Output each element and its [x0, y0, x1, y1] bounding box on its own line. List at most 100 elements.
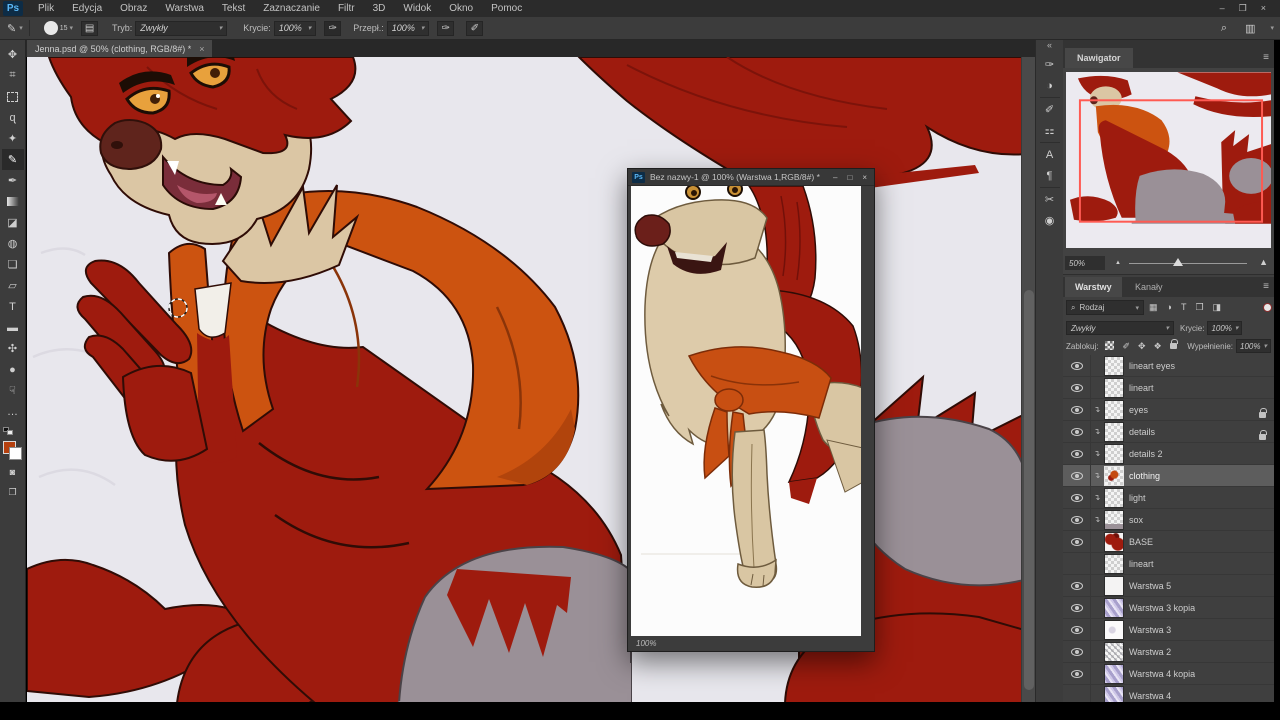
layer-row-details[interactable]: ↴ details — [1063, 421, 1274, 443]
layer-row-clothing[interactable]: ↴ clothing — [1063, 465, 1274, 487]
eyedropper-tool-icon[interactable]: ✒ — [2, 170, 24, 191]
maximize-window-icon[interactable]: □ — [847, 173, 852, 182]
layer-name[interactable]: Warstwa 5 — [1129, 581, 1171, 591]
layer-thumbnail[interactable] — [1105, 555, 1123, 573]
eraser-tool-icon[interactable]: ▱ — [2, 275, 24, 296]
minimize-window-icon[interactable]: – — [1220, 3, 1225, 14]
clone-stamp-tool-icon[interactable]: ❏ — [2, 254, 24, 275]
smudge-tool-icon[interactable]: ☟ — [2, 380, 24, 401]
lock-paint-icon[interactable]: ✐ — [1122, 341, 1130, 352]
panel-menu-icon[interactable]: ≡ — [1263, 281, 1269, 292]
floating-document-window[interactable]: Ps Bez nazwy-1 @ 100% (Warstwa 1,RGB/8#)… — [627, 168, 875, 652]
lock-all-icon[interactable] — [1170, 341, 1177, 351]
dog-artwork[interactable] — [631, 186, 863, 638]
adjustments-panel-icon[interactable]: ⚏ — [1038, 120, 1062, 141]
layer-name[interactable]: Warstwa 4 kopia — [1129, 669, 1195, 679]
lock-transparency-icon[interactable] — [1105, 341, 1114, 352]
menu-filtr[interactable]: Filtr — [329, 3, 364, 14]
layer-row-warstwa-2[interactable]: ↴ Warstwa 2 — [1063, 641, 1274, 663]
pressure-opacity-icon[interactable]: ✑ — [324, 21, 341, 36]
flow-select[interactable]: 100%▾ — [387, 21, 430, 36]
layer-thumbnail[interactable] — [1105, 467, 1123, 485]
brush-presets-panel-icon[interactable]: ✐ — [1038, 99, 1062, 120]
layer-thumbnail[interactable] — [1105, 577, 1123, 595]
layer-thumbnail[interactable] — [1105, 357, 1123, 375]
layer-visibility-toggle[interactable] — [1063, 355, 1091, 376]
layer-visibility-toggle[interactable] — [1063, 377, 1091, 398]
menu-tekst[interactable]: Tekst — [213, 3, 254, 14]
brush-preset-preview[interactable] — [44, 21, 58, 35]
clone-source-panel-icon[interactable]: ◉ — [1038, 210, 1062, 231]
layer-name[interactable]: Warstwa 4 — [1129, 691, 1171, 701]
crop-tool-icon[interactable]: ⌗ — [2, 65, 24, 86]
layer-name[interactable]: BASE — [1129, 537, 1153, 547]
gradient-tool-icon[interactable] — [2, 191, 24, 212]
blur-tool-icon[interactable]: ● — [2, 359, 24, 380]
layer-visibility-toggle[interactable] — [1063, 597, 1091, 618]
default-colors-icon[interactable] — [3, 427, 15, 437]
airbrush-icon[interactable]: ✑ — [437, 21, 454, 36]
quick-selection-tool-icon[interactable]: ✦ — [2, 128, 24, 149]
marquee-tool-icon[interactable] — [2, 86, 24, 107]
menu-plik[interactable]: Plik — [29, 3, 63, 14]
layer-fill-select[interactable]: 100%▾ — [1236, 339, 1271, 353]
mixer-brush-tool-icon[interactable]: ✣ — [2, 338, 24, 359]
lasso-tool-icon[interactable]: ɋ — [2, 107, 24, 128]
layer-row-warstwa-5[interactable]: ↴ Warstwa 5 — [1063, 575, 1274, 597]
layer-visibility-toggle[interactable] — [1063, 399, 1091, 420]
filter-type-icon[interactable]: T — [1181, 302, 1187, 313]
zoom-in-icon[interactable]: ▲ — [1259, 257, 1268, 267]
menu-obraz[interactable]: Obraz — [111, 3, 156, 14]
opacity-select[interactable]: 100%▾ — [274, 21, 317, 36]
panels-dock-header[interactable] — [1063, 40, 1274, 48]
vertical-scrollbar[interactable] — [1021, 57, 1035, 703]
layer-thumbnail[interactable] — [1105, 423, 1123, 441]
menu-pomoc[interactable]: Pomoc — [482, 3, 531, 14]
layer-row-sox[interactable]: ↴ sox — [1063, 509, 1274, 531]
navigator-zoom-slider[interactable] — [1129, 263, 1247, 264]
layer-row-light[interactable]: ↴ light — [1063, 487, 1274, 509]
minimize-window-icon[interactable]: – — [833, 173, 837, 182]
quick-mask-icon[interactable]: ◙ — [2, 461, 24, 482]
chevron-down-icon[interactable]: ▾ — [1270, 24, 1274, 32]
brush-tool-icon[interactable]: ✎ — [2, 149, 24, 170]
zoom-level[interactable]: 100% — [636, 639, 656, 648]
blend-mode-select[interactable]: Zwykły▾ — [135, 21, 227, 36]
layer-name[interactable]: sox — [1129, 515, 1143, 525]
brush-tool-icon[interactable]: ✎ — [7, 22, 16, 35]
type-tool-icon[interactable]: T — [2, 296, 24, 317]
menu-widok[interactable]: Widok — [394, 3, 440, 14]
navigator-zoom-value[interactable]: 50% — [1065, 256, 1105, 270]
canvas-area[interactable]: Ps Bez nazwy-1 @ 100% (Warstwa 1,RGB/8#)… — [27, 57, 1035, 703]
layer-name[interactable]: lineart — [1129, 559, 1154, 569]
close-window-icon[interactable]: × — [862, 173, 867, 182]
tab-channels[interactable]: Kanały — [1125, 277, 1173, 297]
tab-layers[interactable]: Warstwy — [1065, 277, 1122, 297]
layer-visibility-toggle[interactable] — [1063, 619, 1091, 640]
filter-shape-icon[interactable]: ❒ — [1195, 302, 1203, 313]
close-tab-icon[interactable]: × — [199, 44, 204, 54]
layer-visibility-toggle[interactable] — [1063, 641, 1091, 662]
lock-artboard-icon[interactable]: ❖ — [1154, 341, 1162, 352]
layer-thumbnail[interactable] — [1105, 621, 1123, 639]
layer-thumbnail[interactable] — [1105, 533, 1123, 551]
layer-name[interactable]: details 2 — [1129, 449, 1163, 459]
layer-name[interactable]: eyes — [1129, 405, 1148, 415]
layer-row-warstwa-4-kopia[interactable]: ↴ Warstwa 4 kopia — [1063, 663, 1274, 685]
layer-thumbnail[interactable] — [1105, 665, 1123, 683]
layer-visibility-toggle[interactable] — [1063, 663, 1091, 684]
paint-bucket-tool-icon[interactable]: ◪ — [2, 212, 24, 233]
layer-thumbnail[interactable] — [1105, 379, 1123, 397]
layer-name[interactable]: clothing — [1129, 471, 1160, 481]
layer-name[interactable]: details — [1129, 427, 1155, 437]
layer-opacity-select[interactable]: 100%▾ — [1207, 321, 1242, 335]
character-panel-icon[interactable]: A — [1038, 144, 1062, 165]
menu-zaznaczanie[interactable]: Zaznaczanie — [254, 3, 329, 14]
layer-row-lineart[interactable]: ↴ lineart — [1063, 553, 1274, 575]
screen-mode-icon[interactable]: ❐ — [2, 482, 24, 503]
filter-toggle-icon[interactable] — [1264, 304, 1271, 311]
panel-menu-icon[interactable]: ≡ — [1263, 52, 1269, 63]
search-icon[interactable]: ⌕ — [1221, 22, 1227, 35]
color-panel-icon[interactable]: ◑ — [1038, 75, 1062, 96]
document-tab[interactable]: Jenna.psd @ 50% (clothing, RGB/8#) * × — [27, 40, 212, 57]
